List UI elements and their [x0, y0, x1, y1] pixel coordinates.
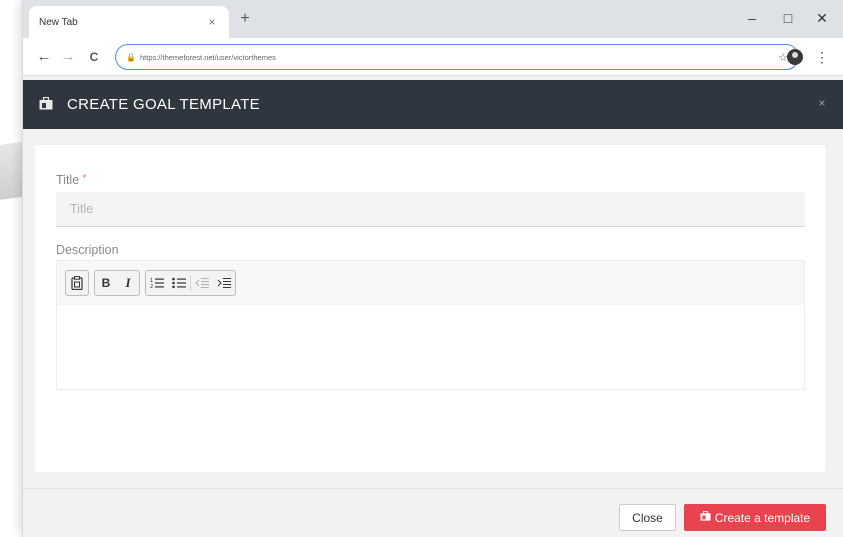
list-group: 1 2 — [145, 270, 236, 296]
address-bar[interactable]: 🔒 https://themeforest.net/user/victorthe… — [115, 44, 799, 70]
indent-icon[interactable] — [213, 271, 235, 295]
modal-body: Title * Description — [23, 129, 843, 488]
modal-title: CREATE GOAL TEMPLATE — [67, 96, 260, 113]
reload-icon[interactable]: C — [85, 47, 103, 67]
tab-bar: New Tab × + – □ ✕ — [23, 0, 843, 38]
browser-toolbar: ← → C 🔒 https://themeforest.net/user/vic… — [23, 38, 843, 76]
required-marker: * — [82, 173, 87, 183]
modal-close-icon[interactable]: × — [815, 96, 829, 110]
ordered-list-icon[interactable]: 1 2 — [146, 271, 168, 295]
modal-footer: Close Create a template — [23, 488, 843, 537]
lock-icon: 🔒 — [126, 52, 136, 62]
new-tab-icon[interactable]: + — [237, 11, 253, 27]
outdent-icon[interactable] — [191, 271, 213, 295]
minimize-icon[interactable]: – — [743, 9, 761, 27]
unordered-list-icon[interactable] — [168, 271, 190, 295]
create-template-label: Create a template — [714, 510, 811, 525]
title-label: Title * — [56, 173, 86, 187]
description-editor: B I 1 2 — [56, 260, 805, 390]
create-template-button[interactable]: Create a template — [684, 504, 826, 531]
title-label-text: Title — [56, 173, 80, 187]
paste-icon[interactable] — [66, 271, 88, 295]
title-input[interactable] — [56, 192, 805, 227]
profile-avatar-icon[interactable] — [787, 49, 803, 65]
template-icon — [39, 96, 59, 113]
browser-tab[interactable]: New Tab × — [29, 6, 229, 38]
form-card: Title * Description — [35, 145, 825, 472]
template-icon — [700, 510, 711, 524]
close-window-icon[interactable]: ✕ — [813, 9, 831, 27]
svg-text:2: 2 — [150, 284, 153, 289]
back-icon[interactable]: ← — [35, 47, 53, 67]
italic-button[interactable]: I — [117, 271, 139, 295]
modal-header: CREATE GOAL TEMPLATE × — [23, 80, 843, 129]
bold-button[interactable]: B — [95, 271, 117, 295]
maximize-icon[interactable]: □ — [779, 9, 797, 27]
close-button[interactable]: Close — [619, 504, 676, 531]
browser-window: New Tab × + – □ ✕ ← → C 🔒 https://themef… — [22, 0, 843, 537]
editor-toolbar: B I 1 2 — [57, 261, 804, 305]
tab-close-icon[interactable]: × — [205, 15, 219, 29]
paste-group — [65, 270, 89, 296]
description-label: Description — [56, 243, 119, 257]
url-text: https://themeforest.net/user/victortheme… — [140, 52, 276, 62]
menu-kebab-icon[interactable]: ⋮ — [815, 47, 829, 67]
tab-title: New Tab — [39, 16, 78, 28]
format-group: B I — [94, 270, 140, 296]
forward-icon[interactable]: → — [59, 47, 77, 67]
editor-text-area[interactable] — [57, 305, 804, 389]
